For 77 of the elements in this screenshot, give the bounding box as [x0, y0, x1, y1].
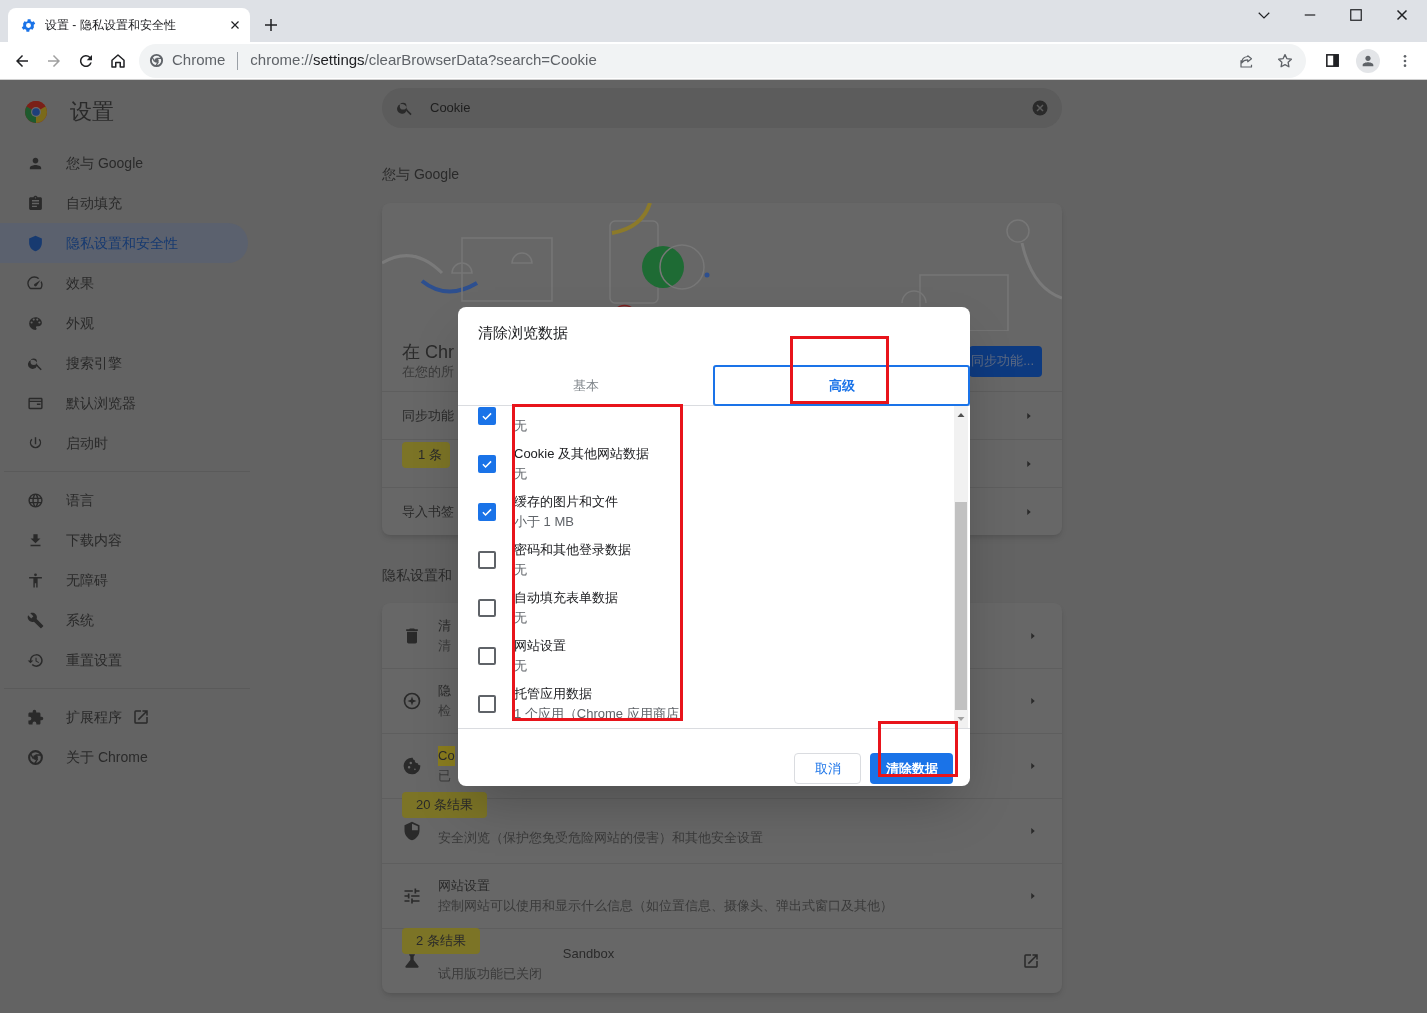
option-subtitle: 无	[514, 657, 528, 675]
maximize-icon[interactable]	[1347, 6, 1365, 24]
compass-icon	[402, 691, 422, 711]
row-title[interactable]: Co	[438, 746, 455, 766]
home-icon[interactable]	[109, 51, 127, 70]
search-result-badge: 1 条	[402, 442, 450, 468]
card-title: 在 Chr	[402, 341, 454, 363]
sidebar-item[interactable]: 无障碍	[0, 560, 248, 600]
browser-logo-icon	[149, 53, 164, 68]
avatar[interactable]	[1356, 48, 1380, 73]
page-title: 设置	[70, 98, 114, 126]
new-tab-icon[interactable]	[262, 16, 280, 34]
row-title[interactable]: 网站设置	[438, 876, 490, 896]
search-result-badge: 2 条结果	[402, 928, 480, 954]
checkbox[interactable]	[478, 695, 496, 713]
option-subtitle: 无	[514, 417, 527, 435]
star-icon[interactable]	[1276, 51, 1294, 70]
url-text: chrome://settings/clearBrowserData?search=Cookie	[250, 50, 598, 71]
option-subtitle: 无	[514, 561, 528, 579]
checkbox[interactable]	[478, 503, 496, 521]
row-title[interactable]: 清	[438, 615, 451, 636]
search-field[interactable]: Cookie	[382, 88, 1062, 128]
scrollbar-drawing[interactable]	[954, 406, 968, 728]
browser-logo-icon	[24, 99, 48, 124]
palette-icon	[27, 314, 44, 332]
sidebar-item[interactable]: 您与 Google	[0, 143, 248, 183]
option-subtitle: 无	[514, 609, 528, 627]
option-subtitle: 小于 1 MB	[514, 513, 575, 531]
sidebar-item[interactable]: 外观	[0, 303, 248, 343]
flask-icon	[402, 951, 422, 971]
dialog-tab[interactable]: 高级	[713, 365, 970, 406]
sidebar-item[interactable]: 效果	[0, 263, 248, 303]
site-label: Chrome	[172, 50, 226, 71]
sidebar-item[interactable]: 重置设置	[0, 640, 248, 680]
option-title: 托管应用数据	[514, 685, 593, 703]
gear-icon	[20, 16, 37, 34]
tab-title: 设置 - 隐私设置和安全性	[45, 17, 177, 34]
sidebar-item[interactable]: 隐私设置和安全性	[0, 223, 248, 263]
cookie-icon	[402, 756, 422, 776]
history-icon	[27, 651, 44, 669]
sync-button[interactable]: 同步功能...	[969, 345, 1042, 377]
clipboard-icon	[27, 194, 44, 212]
option-title: 自动填充表单数据	[514, 589, 618, 607]
globe-icon	[27, 491, 44, 509]
dialog-title: 清除浏览数据	[477, 323, 569, 343]
sidebar-item[interactable]: 搜索引擎	[0, 343, 248, 383]
checkbox[interactable]	[478, 599, 496, 617]
option-title: 网站设置	[514, 637, 566, 655]
browser-tab[interactable]: 设置 - 隐私设置和安全性	[8, 8, 250, 42]
sidebar-item[interactable]: 语言	[0, 480, 248, 520]
dialog-tab[interactable]: 基本	[458, 365, 713, 406]
browser-logo-icon	[27, 748, 44, 766]
option-title: 密码和其他登录数据	[514, 541, 631, 559]
checkbox[interactable]	[478, 647, 496, 665]
accessibility-icon	[27, 571, 44, 589]
shield-icon	[402, 821, 422, 841]
external-link-icon[interactable]	[1022, 952, 1040, 970]
row-title[interactable]: Sandbox	[562, 943, 615, 964]
option-title: 缓存的图片和文件	[514, 493, 618, 511]
checkbox[interactable]	[478, 407, 496, 425]
search-result-badge: 20 条结果	[402, 792, 488, 818]
sliders-icon	[402, 886, 422, 906]
checkbox[interactable]	[478, 455, 496, 473]
wrench-icon	[27, 611, 44, 629]
sidebar-item[interactable]: 启动时	[0, 423, 248, 463]
checkbox[interactable]	[478, 551, 496, 569]
sidebar-item[interactable]: 系统	[0, 600, 248, 640]
gauge-icon	[27, 274, 44, 292]
puzzle-icon	[27, 708, 44, 726]
cancel-button[interactable]: 取消	[794, 753, 861, 784]
shield-icon	[27, 234, 44, 252]
side-panel-icon[interactable]	[1324, 52, 1341, 69]
address-bar[interactable]: Chrome chrome://settings/clearBrowserData?search=Cookie	[139, 43, 1306, 78]
option-title: Cookie 及其他网站数据	[514, 445, 650, 463]
option-subtitle: 无	[514, 465, 528, 483]
section-heading: 您与 Google	[382, 165, 461, 184]
external-link-icon	[132, 708, 150, 726]
